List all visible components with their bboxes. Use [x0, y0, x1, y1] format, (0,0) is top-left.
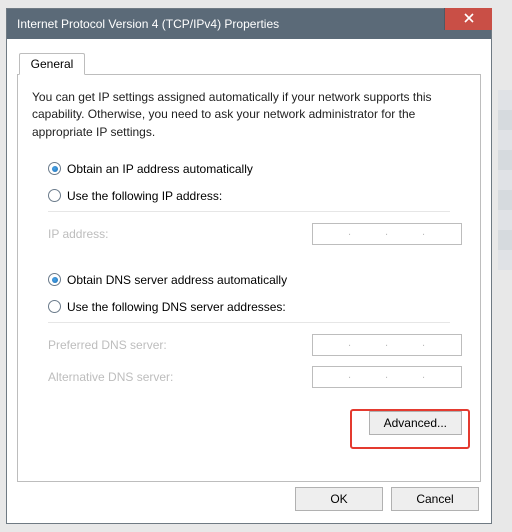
intro-text: You can get IP settings assigned automat… [32, 89, 466, 141]
divider [48, 322, 450, 323]
window-title: Internet Protocol Version 4 (TCP/IPv4) P… [17, 17, 279, 31]
cancel-button-label: Cancel [416, 492, 453, 506]
tab-label: General [31, 57, 74, 71]
ip-address-row: IP address: . . . [48, 220, 462, 248]
dns-alternate-row: Alternative DNS server: . . . [48, 363, 462, 391]
dns-group: Obtain DNS server address automatically … [36, 268, 462, 391]
dns-preferred-label: Preferred DNS server: [48, 338, 248, 352]
dialog-footer: OK Cancel [295, 487, 479, 511]
ip-dot-icon: . [422, 337, 425, 349]
radio-dns-auto[interactable] [48, 273, 61, 286]
tab-panel: You can get IP settings assigned automat… [17, 74, 481, 482]
dns-alternate-input: . . . [312, 366, 462, 388]
ip-dot-icon: . [385, 337, 388, 349]
dns-preferred-input: . . . [312, 334, 462, 356]
radio-ip-manual-label: Use the following IP address: [67, 189, 222, 203]
advanced-row: Advanced... [36, 411, 462, 435]
divider [48, 211, 450, 212]
ip-address-label: IP address: [48, 227, 248, 241]
ip-dot-icon: . [385, 369, 388, 381]
ok-button[interactable]: OK [295, 487, 383, 511]
radio-dns-manual-label: Use the following DNS server addresses: [67, 300, 286, 314]
radio-dns-manual[interactable] [48, 300, 61, 313]
radio-ip-auto-label: Obtain an IP address automatically [67, 162, 253, 176]
ip-dot-icon: . [385, 226, 388, 238]
ok-button-label: OK [330, 492, 347, 506]
ip-address-input: . . . [312, 223, 462, 245]
ip-dot-icon: . [348, 226, 351, 238]
dns-preferred-row: Preferred DNS server: . . . [48, 331, 462, 359]
close-icon [464, 12, 474, 26]
radio-ip-manual[interactable] [48, 189, 61, 202]
radio-ip-auto[interactable] [48, 162, 61, 175]
radio-ip-manual-row[interactable]: Use the following IP address: [48, 184, 462, 207]
ip-group: Obtain an IP address automatically Use t… [36, 157, 462, 248]
tab-general[interactable]: General [19, 53, 85, 75]
cancel-button[interactable]: Cancel [391, 487, 479, 511]
client-area: General You can get IP settings assigned… [17, 53, 481, 475]
radio-dns-manual-row[interactable]: Use the following DNS server addresses: [48, 295, 462, 318]
titlebar[interactable]: Internet Protocol Version 4 (TCP/IPv4) P… [7, 9, 491, 39]
ip-dot-icon: . [348, 369, 351, 381]
background-decor [498, 90, 512, 270]
radio-dns-auto-row[interactable]: Obtain DNS server address automatically [48, 268, 462, 291]
advanced-button[interactable]: Advanced... [369, 411, 462, 435]
ip-dot-icon: . [422, 226, 425, 238]
advanced-button-label: Advanced... [384, 416, 447, 430]
close-button[interactable] [444, 8, 492, 30]
ip-dot-icon: . [348, 337, 351, 349]
ip-dot-icon: . [422, 369, 425, 381]
radio-dns-auto-label: Obtain DNS server address automatically [67, 273, 287, 287]
properties-window: Internet Protocol Version 4 (TCP/IPv4) P… [6, 8, 492, 524]
radio-ip-auto-row[interactable]: Obtain an IP address automatically [48, 157, 462, 180]
dns-alternate-label: Alternative DNS server: [48, 370, 248, 384]
